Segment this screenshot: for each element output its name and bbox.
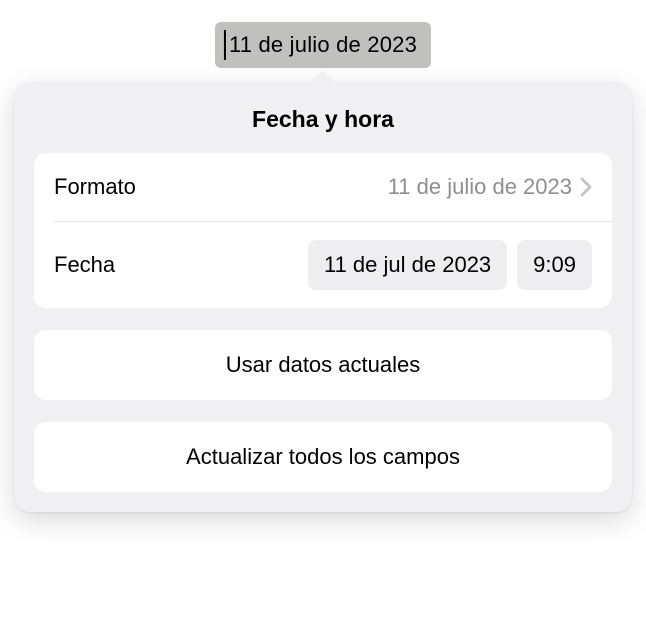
- format-value-group: 11 de julio de 2023: [388, 174, 592, 200]
- use-current-data-button[interactable]: Usar datos actuales: [34, 330, 612, 400]
- date-token[interactable]: 11 de julio de 2023: [215, 22, 431, 68]
- date-pill-group: 11 de jul de 2023 9:09: [308, 240, 592, 290]
- date-picker-button[interactable]: 11 de jul de 2023: [308, 240, 507, 290]
- date-time-popover: Fecha y hora Formato 11 de julio de 2023…: [14, 82, 632, 512]
- format-row[interactable]: Formato 11 de julio de 2023: [34, 153, 612, 221]
- format-label: Formato: [54, 174, 136, 200]
- time-picker-button[interactable]: 9:09: [517, 240, 592, 290]
- date-row: Fecha 11 de jul de 2023 9:09: [34, 222, 612, 308]
- chevron-right-icon: [580, 177, 592, 197]
- date-picker-value: 11 de jul de 2023: [324, 252, 491, 278]
- text-cursor: [224, 30, 226, 60]
- popover-title: Fecha y hora: [14, 82, 632, 153]
- format-value: 11 de julio de 2023: [388, 174, 572, 200]
- settings-section: Formato 11 de julio de 2023 Fecha 11 de …: [34, 153, 612, 308]
- date-label: Fecha: [54, 252, 115, 278]
- date-token-container: 11 de julio de 2023: [215, 22, 431, 68]
- update-all-fields-label: Actualizar todos los campos: [186, 444, 460, 469]
- time-picker-value: 9:09: [533, 252, 576, 278]
- date-token-text: 11 de julio de 2023: [229, 32, 417, 57]
- use-current-data-label: Usar datos actuales: [226, 352, 420, 377]
- popover-arrow: [309, 70, 337, 84]
- update-all-fields-button[interactable]: Actualizar todos los campos: [34, 422, 612, 492]
